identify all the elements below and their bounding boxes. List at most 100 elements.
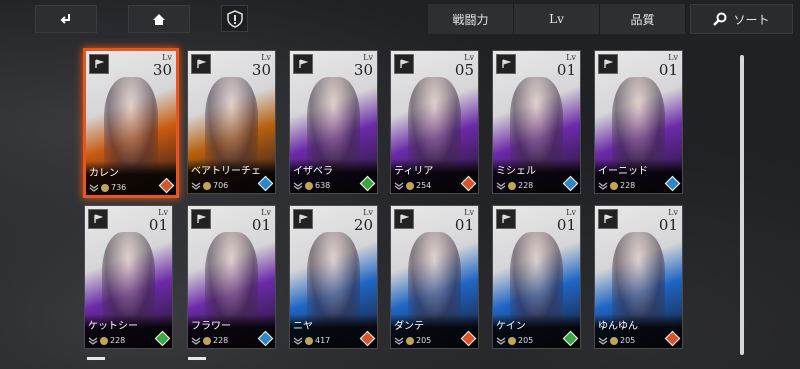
level-value: 01 — [556, 216, 576, 234]
level-value: 30 — [152, 61, 172, 79]
sort-by-level-label: Lv — [549, 12, 564, 26]
power-number: 205 — [416, 336, 432, 345]
power-value: 205 — [394, 336, 431, 345]
character-card[interactable]: Lv 01 ゆんゆん 205 — [594, 205, 683, 349]
level-value: 30 — [353, 61, 373, 79]
rank-flag-icon — [191, 209, 211, 229]
power-value: 228 — [598, 181, 635, 190]
rank-chevron-icon — [89, 184, 99, 192]
rank-flag-icon — [89, 54, 109, 74]
power-number: 228 — [110, 336, 126, 345]
level-value: 20 — [353, 216, 373, 234]
page-indicator-2 — [188, 357, 206, 360]
level-value: 30 — [251, 61, 271, 79]
character-name: ベアトリーチェ — [191, 166, 261, 177]
character-card[interactable]: Lv 01 ダンテ 205 — [390, 205, 479, 349]
sort-by-level-button[interactable]: Lv — [514, 4, 600, 34]
character-name: フラワー — [191, 321, 231, 332]
power-number: 736 — [111, 183, 127, 192]
sort-by-power-button[interactable]: 戦闘力 — [428, 4, 514, 34]
character-name: ダンテ — [394, 321, 424, 332]
power-value: 736 — [89, 183, 126, 192]
character-name: ミシェル — [496, 166, 536, 177]
rank-chevron-icon — [598, 182, 608, 190]
rank-chevron-icon — [88, 337, 98, 345]
rank-chevron-icon — [293, 337, 303, 345]
sort-by-quality-label: 品質 — [630, 12, 655, 27]
rank-flag-icon — [598, 209, 618, 229]
rank-chevron-icon — [394, 182, 404, 190]
sort-by-quality-button[interactable]: 品質 — [600, 4, 686, 34]
home-button[interactable] — [128, 5, 190, 33]
power-number: 706 — [213, 181, 229, 190]
character-card[interactable]: Lv 01 フラワー 228 — [187, 205, 276, 349]
character-card[interactable]: Lv 01 ケットシー 228 — [84, 205, 173, 349]
home-icon — [153, 13, 165, 25]
rank-flag-icon — [88, 209, 108, 229]
top-toolbar: 戦闘力 Lv 品質 ソート — [0, 0, 800, 38]
coin-icon — [203, 336, 211, 345]
power-number: 205 — [620, 336, 636, 345]
coin-icon — [101, 183, 109, 192]
rank-chevron-icon — [191, 182, 201, 190]
power-value: 638 — [293, 181, 330, 190]
character-name: ケットシー — [88, 321, 138, 332]
rank-flag-icon — [394, 209, 414, 229]
rank-chevron-icon — [496, 182, 506, 190]
level-value: 01 — [454, 216, 474, 234]
rank-flag-icon — [598, 54, 618, 74]
character-card[interactable]: Lv 05 ティリア 254 — [390, 50, 479, 194]
rank-chevron-icon — [598, 337, 608, 345]
character-card[interactable]: Lv 30 カレン 736 — [83, 48, 179, 198]
coin-icon — [508, 336, 516, 345]
power-value: 205 — [598, 336, 635, 345]
power-number: 228 — [620, 181, 636, 190]
exclamation-shield-icon — [226, 9, 243, 28]
character-card[interactable]: Lv 20 ニヤ 417 — [289, 205, 378, 349]
sort-button[interactable]: ソート — [690, 4, 793, 34]
character-card[interactable]: Lv 01 イーニッド 228 — [594, 50, 683, 194]
rank-flag-icon — [191, 54, 211, 74]
page-indicator-1 — [87, 357, 105, 360]
power-number: 205 — [518, 336, 534, 345]
power-value: 205 — [496, 336, 533, 345]
level-value: 01 — [658, 61, 678, 79]
power-value: 228 — [88, 336, 125, 345]
character-name: イザベラ — [293, 166, 333, 177]
power-number: 417 — [315, 336, 331, 345]
character-name: イーニッド — [598, 166, 648, 177]
coin-icon — [406, 336, 414, 345]
character-card[interactable]: Lv 30 ベアトリーチェ 706 — [187, 50, 276, 194]
scrollbar[interactable] — [740, 55, 744, 355]
character-name: ケイン — [496, 321, 526, 332]
character-card[interactable]: Lv 01 ケイン 205 — [492, 205, 581, 349]
search-icon — [713, 12, 727, 26]
power-value: 254 — [394, 181, 431, 190]
character-card[interactable]: Lv 30 イザベラ 638 — [289, 50, 378, 194]
sort-by-power-label: 戦闘力 — [452, 12, 489, 27]
coin-icon — [305, 336, 313, 345]
power-value: 228 — [191, 336, 228, 345]
coin-icon — [610, 336, 618, 345]
character-name: ゆんゆん — [598, 321, 638, 332]
power-number: 638 — [315, 181, 331, 190]
coin-icon — [203, 181, 211, 190]
rank-flag-icon — [394, 54, 414, 74]
coin-icon — [610, 181, 618, 190]
alert-button[interactable] — [221, 5, 248, 32]
back-button[interactable] — [35, 5, 97, 33]
power-value: 228 — [496, 181, 533, 190]
coin-icon — [508, 181, 516, 190]
coin-icon — [406, 181, 414, 190]
power-value: 417 — [293, 336, 330, 345]
character-card[interactable]: Lv 01 ミシェル 228 — [492, 50, 581, 194]
power-value: 706 — [191, 181, 228, 190]
character-name: ニヤ — [293, 321, 313, 332]
rank-flag-icon — [293, 209, 313, 229]
character-name: ティリア — [394, 166, 434, 177]
rank-flag-icon — [293, 54, 313, 74]
level-value: 01 — [148, 216, 168, 234]
rank-flag-icon — [496, 209, 516, 229]
rank-chevron-icon — [191, 337, 201, 345]
rank-flag-icon — [496, 54, 516, 74]
